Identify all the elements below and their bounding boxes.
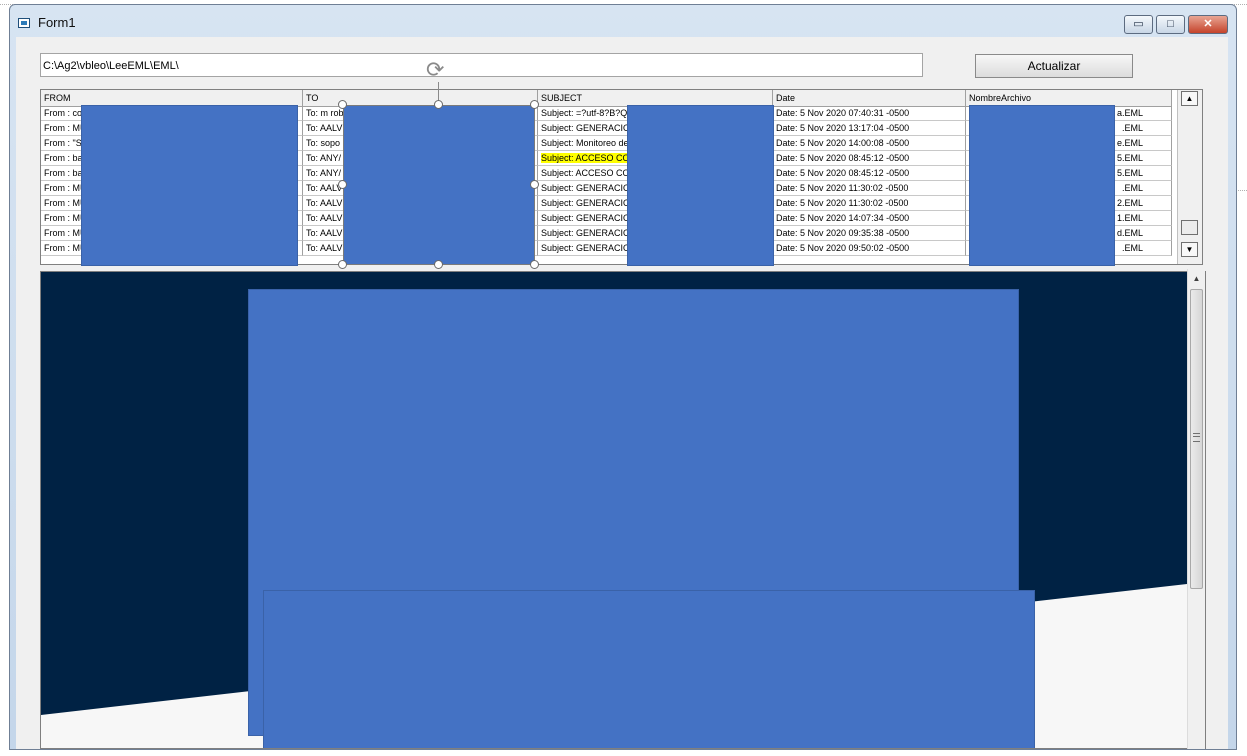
resize-handle-bottom-right[interactable] — [530, 260, 539, 269]
cell-date[interactable]: Date: 5 Nov 2020 08:45:12 -0500 — [773, 151, 966, 166]
column-header-subject[interactable]: SUBJECT — [538, 90, 773, 106]
scroll-grip-icon — [1193, 433, 1200, 442]
cell-date[interactable]: Date: 5 Nov 2020 07:40:31 -0500 — [773, 106, 966, 121]
column-header-filename[interactable]: NombreArchivo — [966, 90, 1172, 106]
cell-date[interactable]: Date: 5 Nov 2020 08:45:12 -0500 — [773, 166, 966, 181]
resize-handle-top[interactable] — [434, 100, 443, 109]
folder-path-input[interactable] — [40, 53, 923, 77]
backdrop-divider-right — [1236, 190, 1247, 191]
title-bar[interactable]: Form1 ▭ □ ✕ — [10, 5, 1236, 39]
resize-handle-top-left[interactable] — [338, 100, 347, 109]
grid-vertical-scrollbar[interactable]: ▲ ▼ — [1177, 90, 1202, 264]
resize-handle-bottom[interactable] — [434, 260, 443, 269]
preview-scroll-up-arrow-icon[interactable]: ▲ — [1188, 269, 1205, 287]
preview-scroll-thumb[interactable] — [1190, 289, 1203, 589]
cell-date[interactable]: Date: 5 Nov 2020 09:50:02 -0500 — [773, 241, 966, 256]
grid-scroll-thumb[interactable] — [1181, 220, 1198, 235]
cell-date[interactable]: Date: 5 Nov 2020 09:35:38 -0500 — [773, 226, 966, 241]
scroll-down-arrow-icon[interactable]: ▼ — [1181, 242, 1198, 257]
resize-handle-right[interactable] — [530, 180, 539, 189]
email-preview-pane[interactable] — [40, 271, 1206, 749]
cell-date[interactable]: Date: 5 Nov 2020 13:17:04 -0500 — [773, 121, 966, 136]
redacted-subject-block — [627, 105, 774, 266]
resize-handle-left[interactable] — [338, 180, 347, 189]
close-button[interactable]: ✕ — [1188, 15, 1228, 34]
column-header-from[interactable]: FROM — [41, 90, 303, 106]
redacted-recipient-block-selected[interactable] — [343, 105, 535, 265]
refresh-button[interactable]: Actualizar — [975, 54, 1133, 78]
scroll-up-arrow-icon[interactable]: ▲ — [1181, 91, 1198, 106]
resize-handle-top-right[interactable] — [530, 100, 539, 109]
main-window: Form1 ▭ □ ✕ Actualizar FROM TO SUBJECT D… — [9, 4, 1237, 750]
cell-date[interactable]: Date: 5 Nov 2020 14:07:34 -0500 — [773, 211, 966, 226]
highlighted-subject-text: Subject: ACCESO CO — [541, 153, 630, 163]
cell-date[interactable]: Date: 5 Nov 2020 11:30:02 -0500 — [773, 181, 966, 196]
redacted-sender-block — [81, 105, 298, 266]
resize-handle-bottom-left[interactable] — [338, 260, 347, 269]
window-title: Form1 — [38, 15, 76, 30]
form-client-area: Actualizar FROM TO SUBJECT Date NombreAr… — [16, 37, 1228, 749]
preview-vertical-scrollbar[interactable]: ▲ — [1187, 269, 1205, 749]
rotate-handle-icon[interactable]: ⟳ — [426, 59, 444, 81]
cell-date[interactable]: Date: 5 Nov 2020 11:30:02 -0500 — [773, 196, 966, 211]
form-icon — [18, 18, 30, 28]
cell-date[interactable]: Date: 5 Nov 2020 14:00:08 -0500 — [773, 136, 966, 151]
redacted-email-footer — [263, 590, 1035, 748]
maximize-button[interactable]: □ — [1156, 15, 1185, 34]
minimize-button[interactable]: ▭ — [1124, 15, 1153, 34]
column-header-date[interactable]: Date — [773, 90, 966, 106]
redacted-filename-block — [969, 105, 1115, 266]
